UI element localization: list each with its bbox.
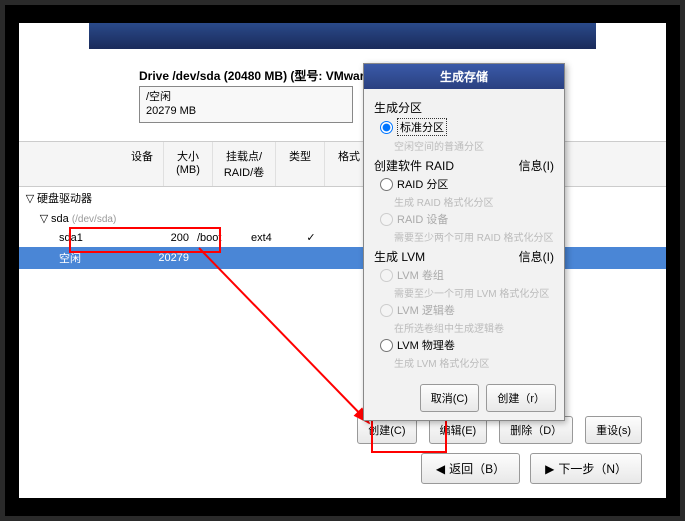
radio-standard[interactable] <box>380 121 393 134</box>
row-hdd-group[interactable]: ▽硬盘驱动器 <box>19 187 666 209</box>
reset-button[interactable]: 重设(s) <box>585 416 642 444</box>
arrow-left-icon: ◀ <box>436 462 445 476</box>
radio-lvm-pv[interactable] <box>380 339 393 352</box>
hint-raid-part: 生成 RAID 格式化分区 <box>394 194 554 209</box>
hint-raid-dev: 需要至少两个可用 RAID 格式化分区 <box>394 229 554 244</box>
col-device: 设备 <box>19 142 164 186</box>
opt-lvm-pv[interactable]: LVM 物理卷 <box>380 337 554 353</box>
free-size: 20279 <box>149 252 197 264</box>
opt-raid-partition[interactable]: RAID 分区 <box>380 176 554 192</box>
sda-label: sda <box>51 213 69 225</box>
radio-raid-part[interactable] <box>380 178 393 191</box>
col-mount: 挂载点/ RAID/卷 <box>213 142 276 186</box>
row-sda[interactable]: ▽sda (/dev/sda) <box>19 209 666 228</box>
dialog-cancel-button[interactable]: 取消(C) <box>420 384 479 412</box>
installer-titlebar <box>89 23 596 49</box>
row-free[interactable]: 空闲 20279 <box>19 247 666 269</box>
hdd-group-label: 硬盘驱动器 <box>37 193 92 205</box>
col-size: 大小 (MB) <box>164 142 213 186</box>
sda1-name: sda1 <box>59 232 149 244</box>
free-name: 空闲 <box>59 250 149 266</box>
col-type: 类型 <box>276 142 325 186</box>
dialog-create-button[interactable]: 创建（r） <box>486 384 556 412</box>
hint-lvm-pv: 生成 LVM 格式化分区 <box>394 355 554 370</box>
info-link[interactable]: 信息(I) <box>519 248 554 265</box>
section-raid: 创建软件 RAID <box>374 157 454 174</box>
opt-raid-device: RAID 设备 <box>380 211 554 227</box>
radio-lvm-lv <box>380 304 393 317</box>
sda1-fmt: ✓ <box>291 231 331 244</box>
dialog-title: 生成存储 <box>364 64 564 89</box>
hint-standard: 空闲空间的普通分区 <box>394 138 554 153</box>
sda1-type: ext4 <box>251 232 291 244</box>
partition-table: 设备 大小 (MB) 挂载点/ RAID/卷 类型 格式 ▽硬盘驱动器 ▽sda… <box>19 141 666 269</box>
hint-lvm-lv: 在所选卷组中生成逻辑卷 <box>394 320 554 335</box>
back-button[interactable]: ◀返回（B） <box>421 453 520 484</box>
row-sda1[interactable]: sda1 200 /boot ext4 ✓ <box>19 228 666 247</box>
next-button[interactable]: ▶下一步（N） <box>530 453 642 484</box>
sda1-size: 200 <box>149 232 197 244</box>
expand-icon: ▽ <box>25 192 35 205</box>
opt-lvm-vg: LVM 卷组 <box>380 267 554 283</box>
drive-free-size: 20279 MB <box>146 104 346 118</box>
section-partition: 生成分区 <box>374 99 422 116</box>
info-link[interactable]: 信息(I) <box>519 157 554 174</box>
section-lvm: 生成 LVM <box>374 248 425 265</box>
hint-lvm-vg: 需要至少一个可用 LVM 格式化分区 <box>394 285 554 300</box>
sda-hint: (/dev/sda) <box>72 214 116 225</box>
drive-free-label: /空闲 <box>146 90 346 104</box>
opt-lvm-lv: LVM 逻辑卷 <box>380 302 554 318</box>
radio-lvm-vg <box>380 269 393 282</box>
create-storage-dialog: 生成存储 生成分区 标准分区 空闲空间的普通分区 创建软件 RAID信息(I) … <box>363 63 565 421</box>
opt-standard-partition[interactable]: 标准分区 <box>380 118 554 136</box>
sda1-mount: /boot <box>197 232 251 244</box>
arrow-right-icon: ▶ <box>545 462 554 476</box>
radio-raid-dev <box>380 213 393 226</box>
expand-icon: ▽ <box>39 212 49 225</box>
